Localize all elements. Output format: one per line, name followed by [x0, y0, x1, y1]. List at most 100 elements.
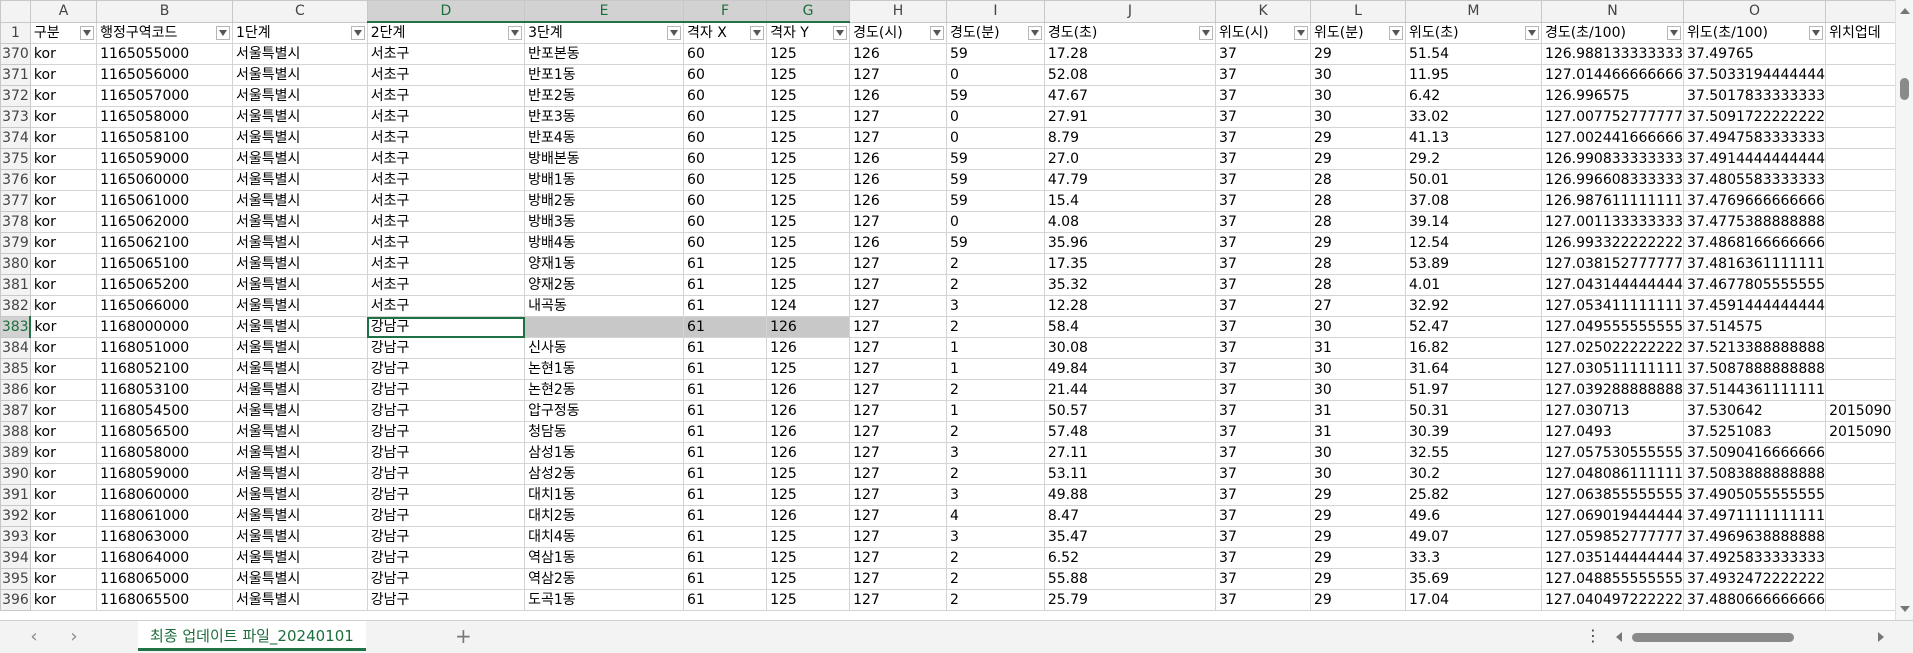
- table-cell[interactable]: 37.4868166666666: [1682, 232, 1827, 254]
- table-cell[interactable]: 방배1동: [524, 169, 685, 191]
- table-cell[interactable]: 2: [945, 547, 1045, 569]
- column-letter-C[interactable]: C: [232, 0, 368, 23]
- table-cell[interactable]: 127.048086111111: [1540, 463, 1685, 485]
- table-cell[interactable]: kor: [29, 400, 98, 422]
- table-cell[interactable]: 125: [766, 43, 851, 65]
- table-cell[interactable]: 37.4925833333333: [1682, 547, 1827, 569]
- table-cell[interactable]: 37: [1215, 106, 1312, 128]
- table-cell[interactable]: 2: [945, 253, 1045, 275]
- table-cell[interactable]: 31: [1310, 421, 1406, 443]
- table-cell[interactable]: [1825, 64, 1896, 86]
- table-cell[interactable]: [1825, 232, 1896, 254]
- column-letter-J[interactable]: J: [1043, 0, 1217, 23]
- table-cell[interactable]: 37.5033194444444: [1682, 64, 1827, 86]
- table-cell[interactable]: 29: [1310, 505, 1406, 527]
- table-cell[interactable]: 49.88: [1043, 484, 1217, 506]
- table-cell[interactable]: 37: [1215, 337, 1312, 359]
- table-cell[interactable]: 8.79: [1043, 127, 1217, 149]
- table-cell[interactable]: 강남구: [366, 358, 526, 380]
- table-cell[interactable]: 37: [1215, 211, 1312, 233]
- header-cell[interactable]: 위치업데: [1825, 21, 1896, 44]
- table-cell[interactable]: kor: [29, 421, 98, 443]
- table-cell[interactable]: 61: [683, 421, 768, 443]
- table-cell[interactable]: 1: [945, 358, 1045, 380]
- table-cell[interactable]: 127.038152777777: [1540, 253, 1685, 275]
- table-cell[interactable]: kor: [29, 232, 98, 254]
- filter-dropdown-icon[interactable]: [1199, 25, 1214, 40]
- table-cell[interactable]: 강남구: [366, 589, 526, 611]
- table-cell[interactable]: 37.4969638888888: [1682, 526, 1827, 548]
- table-cell[interactable]: 61: [683, 274, 768, 296]
- table-cell[interactable]: 1168053100: [96, 379, 233, 401]
- table-cell[interactable]: 31: [1310, 337, 1406, 359]
- row-number[interactable]: 395: [0, 568, 31, 590]
- next-sheet-icon[interactable]: ›: [64, 627, 84, 647]
- table-cell[interactable]: 37: [1215, 127, 1312, 149]
- table-cell[interactable]: kor: [29, 589, 98, 611]
- filter-dropdown-icon[interactable]: [1524, 25, 1539, 40]
- table-cell[interactable]: [1825, 211, 1896, 233]
- table-cell[interactable]: 50.57: [1043, 400, 1217, 422]
- table-cell[interactable]: 12.28: [1043, 295, 1217, 317]
- table-cell[interactable]: 127.025022222222: [1540, 337, 1685, 359]
- table-cell[interactable]: kor: [29, 358, 98, 380]
- table-cell[interactable]: 방배2동: [524, 190, 685, 212]
- table-cell[interactable]: 59: [945, 148, 1045, 170]
- table-cell[interactable]: 60: [683, 211, 768, 233]
- table-cell[interactable]: 59: [945, 232, 1045, 254]
- table-cell[interactable]: 3: [945, 442, 1045, 464]
- header-cell[interactable]: 경도(분): [945, 21, 1045, 44]
- table-cell[interactable]: kor: [29, 127, 98, 149]
- table-cell[interactable]: 강남구: [366, 421, 526, 443]
- table-cell[interactable]: 35.69: [1404, 568, 1542, 590]
- header-cell[interactable]: 위도(시): [1215, 21, 1312, 44]
- table-cell[interactable]: [1825, 106, 1896, 128]
- table-cell[interactable]: 127: [849, 484, 947, 506]
- table-cell[interactable]: 서울특별시: [232, 232, 368, 254]
- table-cell[interactable]: 126: [766, 337, 851, 359]
- table-cell[interactable]: 60: [683, 232, 768, 254]
- table-cell[interactable]: 1165057000: [96, 85, 233, 107]
- table-cell[interactable]: 125: [766, 253, 851, 275]
- table-cell[interactable]: 41.13: [1404, 127, 1542, 149]
- table-cell[interactable]: 127: [849, 358, 947, 380]
- table-cell[interactable]: 37: [1215, 442, 1312, 464]
- table-cell[interactable]: 52.08: [1043, 64, 1217, 86]
- table-cell[interactable]: 127.002441666666: [1540, 127, 1685, 149]
- table-cell[interactable]: 125: [766, 589, 851, 611]
- table-cell[interactable]: 25.79: [1043, 589, 1217, 611]
- scroll-up-icon[interactable]: [1900, 8, 1910, 14]
- table-cell[interactable]: 서울특별시: [232, 337, 368, 359]
- table-cell[interactable]: 서초구: [366, 169, 526, 191]
- table-cell[interactable]: 127: [849, 526, 947, 548]
- table-cell[interactable]: 33.02: [1404, 106, 1542, 128]
- table-cell[interactable]: 강남구: [366, 316, 526, 338]
- table-cell[interactable]: 126: [849, 43, 947, 65]
- table-cell[interactable]: kor: [29, 64, 98, 86]
- table-cell[interactable]: 53.11: [1043, 463, 1217, 485]
- row-number[interactable]: 389: [0, 442, 31, 464]
- table-cell[interactable]: 37.4677805555555: [1682, 274, 1827, 296]
- table-cell[interactable]: [1825, 442, 1896, 464]
- table-cell[interactable]: 125: [766, 64, 851, 86]
- table-cell[interactable]: [1825, 379, 1896, 401]
- table-cell[interactable]: 6.52: [1043, 547, 1217, 569]
- table-cell[interactable]: 125: [766, 190, 851, 212]
- table-cell[interactable]: 28: [1310, 253, 1406, 275]
- table-cell[interactable]: 서울특별시: [232, 169, 368, 191]
- row-number[interactable]: 378: [0, 211, 31, 233]
- table-cell[interactable]: 127: [849, 379, 947, 401]
- table-cell[interactable]: 125: [766, 211, 851, 233]
- scroll-down-icon[interactable]: [1900, 606, 1910, 612]
- table-cell[interactable]: 127: [849, 589, 947, 611]
- table-cell[interactable]: 37: [1215, 232, 1312, 254]
- table-cell[interactable]: [1825, 463, 1896, 485]
- row-number[interactable]: 393: [0, 526, 31, 548]
- table-cell[interactable]: kor: [29, 442, 98, 464]
- column-letter-L[interactable]: L: [1310, 0, 1406, 23]
- header-cell[interactable]: 1단계: [232, 21, 368, 44]
- table-cell[interactable]: 강남구: [366, 505, 526, 527]
- header-cell[interactable]: 구분: [29, 21, 98, 44]
- filter-dropdown-icon[interactable]: [1294, 25, 1309, 40]
- table-cell[interactable]: 59: [945, 190, 1045, 212]
